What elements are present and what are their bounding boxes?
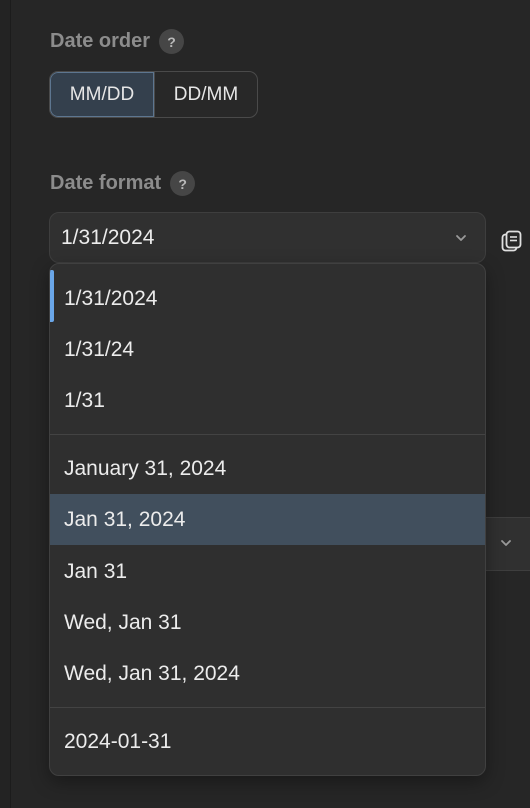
question-icon[interactable]: ? [159, 29, 185, 54]
dropdown-option[interactable]: 1/31/2024 [50, 273, 485, 324]
date-format-dropdown: 1/31/2024 1/31/24 1/31 January 31, 2024 … [49, 263, 486, 776]
dropdown-option[interactable]: 1/31/24 [50, 324, 485, 375]
date-order-label: Date order [50, 30, 151, 52]
date-order-label-row: Date order ? [50, 29, 185, 54]
dropdown-option[interactable]: Wed, Jan 31 [50, 597, 485, 648]
date-order-option-ddmm[interactable]: DD/MM [154, 72, 257, 117]
dropdown-option-highlighted[interactable]: Jan 31, 2024 [50, 494, 485, 545]
chevron-down-icon [501, 540, 511, 546]
copy-icon[interactable] [500, 229, 524, 253]
date-format-select[interactable]: 1/31/2024 [49, 212, 486, 263]
dropdown-divider [50, 707, 485, 708]
dropdown-option[interactable]: January 31, 2024 [50, 443, 485, 494]
dropdown-option[interactable]: 1/31 [50, 375, 485, 426]
date-order-option-mmdd[interactable]: MM/DD [50, 72, 154, 117]
dropdown-divider [50, 434, 485, 435]
question-icon[interactable]: ? [170, 171, 196, 196]
chevron-down-icon [456, 235, 466, 241]
date-format-current-value: 1/31/2024 [61, 225, 155, 249]
date-format-label: Date format [50, 172, 162, 194]
left-rail [0, 0, 11, 808]
dropdown-option[interactable]: Wed, Jan 31, 2024 [50, 648, 485, 699]
dropdown-option[interactable]: Jan 31 [50, 546, 485, 597]
dropdown-option[interactable]: 2024-01-31 [50, 716, 485, 767]
date-order-toggle: MM/DD DD/MM [49, 71, 258, 118]
date-format-label-row: Date format ? [50, 171, 196, 196]
